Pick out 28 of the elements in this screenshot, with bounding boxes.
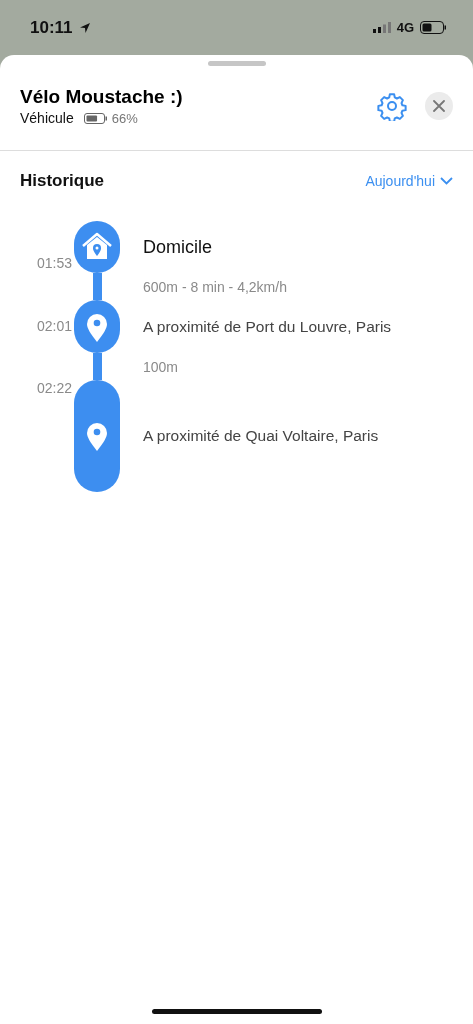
date-filter-dropdown[interactable]: Aujourd'hui bbox=[365, 173, 453, 189]
timeline-connector bbox=[92, 273, 102, 300]
timeline-connector bbox=[92, 353, 102, 380]
close-button[interactable] bbox=[425, 92, 453, 120]
location-pin-icon bbox=[74, 380, 120, 492]
battery-percentage: 66% bbox=[111, 110, 138, 126]
vehicle-name: Vélo Moustache :) bbox=[20, 86, 184, 108]
battery-icon bbox=[83, 112, 108, 124]
location-arrow-icon bbox=[78, 21, 91, 34]
place-name: A proximité de Quai Voltaire, Paris bbox=[143, 427, 379, 445]
settings-icon[interactable] bbox=[377, 91, 407, 121]
signal-icon bbox=[372, 22, 391, 33]
place-name: A proximité de Port du Louvre, Paris bbox=[143, 317, 392, 336]
trip-summary: 100m bbox=[143, 358, 179, 375]
close-icon bbox=[433, 100, 445, 112]
network-label: 4G bbox=[396, 20, 414, 35]
trip-summary: 600m - 8 min - 4,2km/h bbox=[143, 278, 287, 295]
vehicle-type: Véhicule bbox=[20, 110, 74, 126]
battery-icon bbox=[420, 21, 447, 34]
home-icon bbox=[74, 221, 120, 273]
status-time: 10:11 bbox=[30, 17, 73, 38]
place-name: Domicile bbox=[143, 236, 212, 258]
stop-time: 02:01 bbox=[36, 317, 72, 334]
stop-time: 02:22 bbox=[36, 380, 72, 396]
stop-time: 01:53 bbox=[36, 255, 72, 271]
chevron-down-icon bbox=[440, 177, 453, 185]
section-title: Historique bbox=[20, 171, 105, 191]
location-pin-icon bbox=[74, 300, 120, 353]
